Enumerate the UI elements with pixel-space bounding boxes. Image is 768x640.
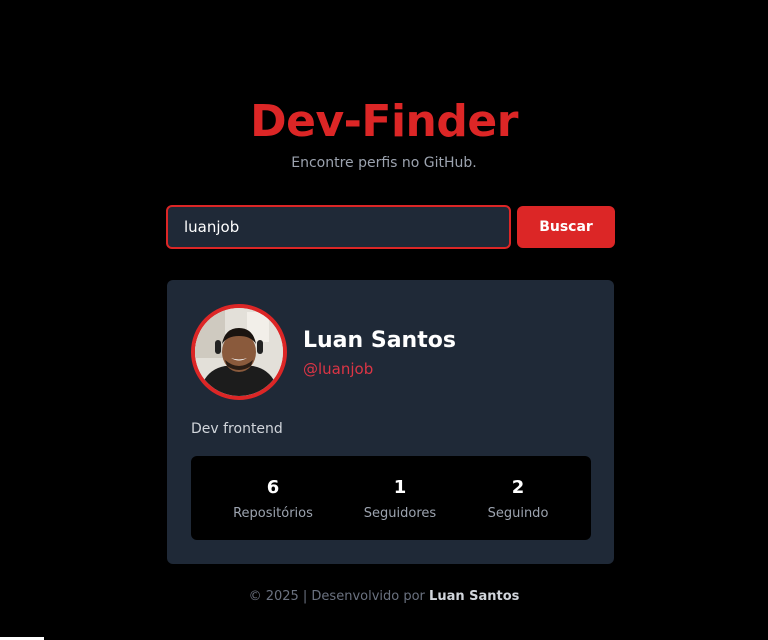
stats-panel: 6 Repositórios 1 Seguidores 2 Seguindo: [191, 456, 591, 540]
stat-value: 2: [511, 477, 525, 498]
avatar: [191, 304, 287, 400]
profile-card: Luan Santos @luanjob Dev frontend 6 Repo…: [167, 280, 614, 564]
app-page: Dev-Finder Encontre perfis no GitHub. Bu…: [0, 0, 768, 640]
search-button[interactable]: Buscar: [517, 206, 615, 248]
footer-text: © 2025 | Desenvolvido por: [248, 589, 425, 604]
profile-name: Luan Santos: [303, 328, 456, 353]
profile-login-link[interactable]: @luanjob: [303, 359, 373, 379]
stat-following: 2 Seguindo: [458, 456, 578, 540]
search-input[interactable]: [166, 205, 511, 249]
stat-followers: 1 Seguidores: [340, 456, 460, 540]
stat-value: 6: [266, 477, 280, 498]
footer: © 2025 | Desenvolvido por Luan Santos: [0, 588, 768, 606]
stat-label: Seguidores: [363, 506, 437, 521]
footer-author: Luan Santos: [429, 589, 520, 604]
profile-bio: Dev frontend: [191, 421, 283, 437]
app-subtitle: Encontre perfis no GitHub.: [291, 155, 477, 171]
avatar-photo: [195, 308, 283, 396]
app-title: Dev-Finder: [250, 96, 518, 147]
stat-label: Repositórios: [233, 506, 313, 521]
stat-repositories: 6 Repositórios: [213, 456, 333, 540]
stat-value: 1: [393, 477, 407, 498]
stat-label: Seguindo: [487, 506, 549, 521]
